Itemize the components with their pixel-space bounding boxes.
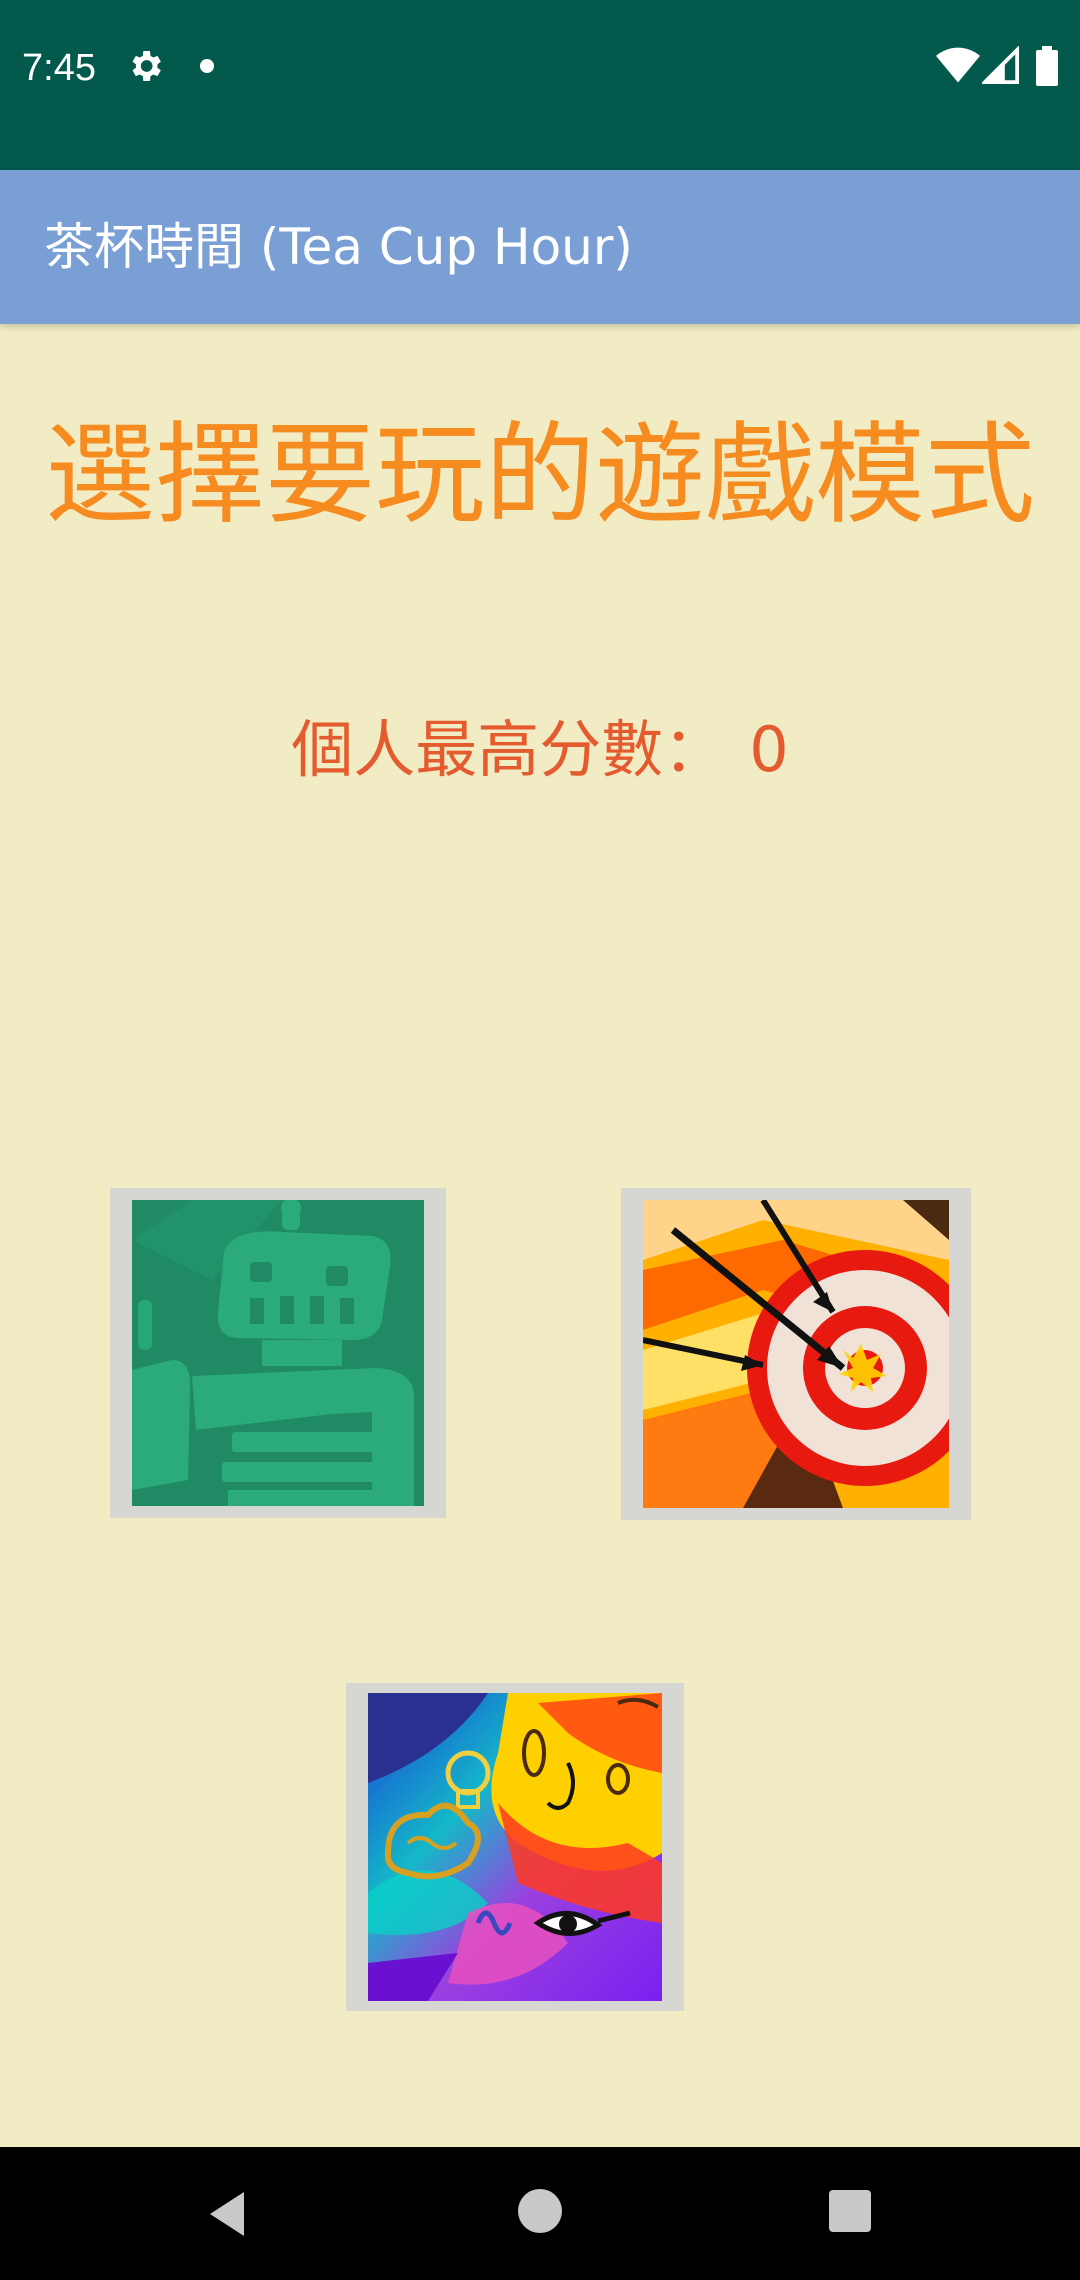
status-bar: 7:45: [0, 0, 1080, 170]
signal-icon: [982, 46, 1020, 85]
high-score: 個人最高分數： 0: [0, 705, 1080, 795]
wifi-icon: [936, 47, 980, 83]
home-icon[interactable]: [518, 2189, 562, 2233]
game-mode-target-button[interactable]: [621, 1188, 971, 1520]
high-score-value: 0: [749, 713, 789, 786]
game-mode-robot-button[interactable]: [110, 1188, 446, 1518]
page-heading: 選擇要玩的遊戲模式: [45, 411, 1035, 539]
app-title: 茶杯時間 (Tea Cup Hour): [44, 218, 633, 276]
battery-icon: [1036, 46, 1058, 86]
game-mode-mind-button[interactable]: [346, 1683, 684, 2011]
target-icon: [643, 1200, 949, 1508]
navigation-bar: [0, 2147, 1080, 2280]
high-score-label: 個人最高分數：: [291, 713, 726, 786]
back-icon[interactable]: [200, 2187, 250, 2241]
status-time: 7:45: [22, 47, 96, 89]
notification-dot-icon: [200, 59, 214, 73]
recents-icon[interactable]: [829, 2190, 871, 2232]
robot-icon: [132, 1200, 424, 1506]
screen: 7:45 茶杯時間 (Tea Cup Hour) 選擇要玩的遊戲模式 個人最高分…: [0, 0, 1080, 2280]
mind-icon: [368, 1693, 662, 2001]
app-bar: 茶杯時間 (Tea Cup Hour): [0, 170, 1080, 324]
settings-icon: [132, 51, 161, 81]
